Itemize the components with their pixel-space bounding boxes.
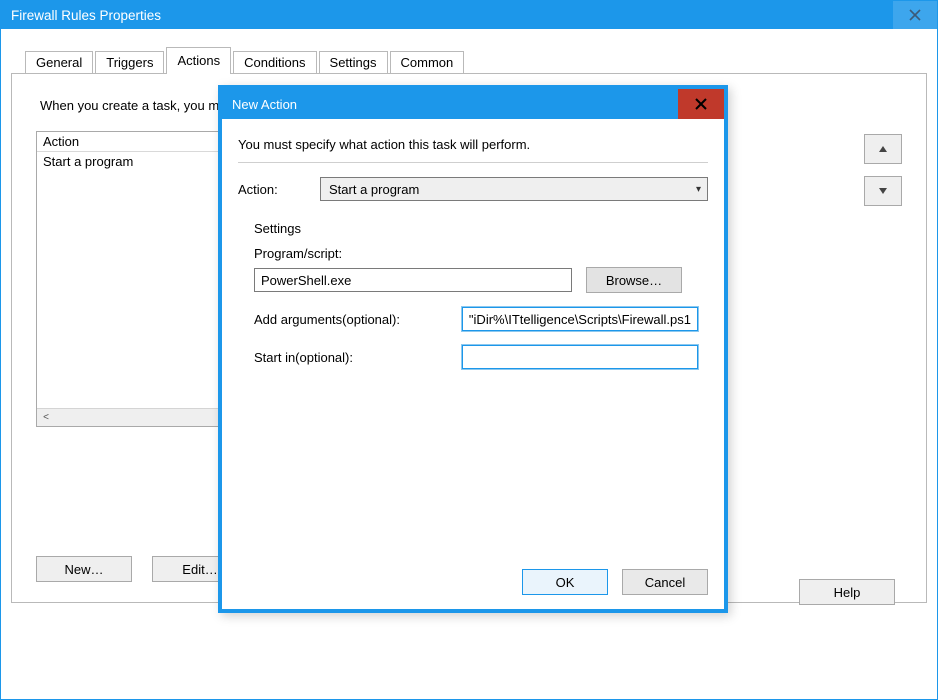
modal-footer: OK Cancel xyxy=(522,569,708,595)
arguments-input[interactable] xyxy=(462,307,698,331)
triangle-down-icon xyxy=(878,186,888,196)
close-icon xyxy=(909,9,921,21)
tabstrip: General Triggers Actions Conditions Sett… xyxy=(25,46,927,73)
tab-general[interactable]: General xyxy=(25,51,93,74)
actions-bottom-buttons: New… Edit… xyxy=(36,556,248,582)
action-selected-value: Start a program xyxy=(329,182,419,197)
parent-title: Firewall Rules Properties xyxy=(11,8,161,23)
cancel-button[interactable]: Cancel xyxy=(622,569,708,595)
reorder-buttons xyxy=(864,134,902,218)
tab-settings[interactable]: Settings xyxy=(319,51,388,74)
tab-common[interactable]: Common xyxy=(390,51,465,74)
new-action-dialog: New Action You must specify what action … xyxy=(218,85,728,613)
tab-actions[interactable]: Actions xyxy=(166,47,231,74)
triangle-up-icon xyxy=(878,144,888,154)
arguments-label: Add arguments(optional): xyxy=(254,312,454,327)
separator xyxy=(238,162,708,163)
startin-row: Start in(optional): xyxy=(254,345,698,369)
close-icon xyxy=(695,98,707,110)
modal-titlebar: New Action xyxy=(222,89,724,119)
action-label: Action: xyxy=(238,182,320,197)
browse-button[interactable]: Browse… xyxy=(586,267,682,293)
parent-titlebar: Firewall Rules Properties xyxy=(1,1,937,29)
startin-label: Start in(optional): xyxy=(254,350,454,365)
action-dropdown[interactable]: Start a program ▾ xyxy=(320,177,708,201)
modal-instruction: You must specify what action this task w… xyxy=(238,137,708,152)
chevron-down-icon: ▾ xyxy=(696,184,701,195)
move-up-button[interactable] xyxy=(864,134,902,164)
scroll-left-button[interactable]: < xyxy=(37,409,55,426)
modal-body: You must specify what action this task w… xyxy=(222,119,724,609)
program-label: Program/script: xyxy=(254,246,698,261)
modal-title: New Action xyxy=(232,97,297,112)
startin-input[interactable] xyxy=(462,345,698,369)
settings-group: Settings Program/script: Browse… Add arg… xyxy=(238,215,708,397)
modal-close-button[interactable] xyxy=(678,89,724,119)
program-row: Browse… xyxy=(254,267,698,293)
help-button[interactable]: Help xyxy=(799,579,895,605)
new-button[interactable]: New… xyxy=(36,556,132,582)
action-row: Action: Start a program ▾ xyxy=(238,177,708,201)
program-script-input[interactable] xyxy=(254,268,572,292)
settings-group-title: Settings xyxy=(254,221,698,236)
move-down-button[interactable] xyxy=(864,176,902,206)
ok-button[interactable]: OK xyxy=(522,569,608,595)
parent-close-button[interactable] xyxy=(893,1,937,29)
arguments-row: Add arguments(optional): xyxy=(254,307,698,331)
tab-conditions[interactable]: Conditions xyxy=(233,51,316,74)
tab-triggers[interactable]: Triggers xyxy=(95,51,164,74)
